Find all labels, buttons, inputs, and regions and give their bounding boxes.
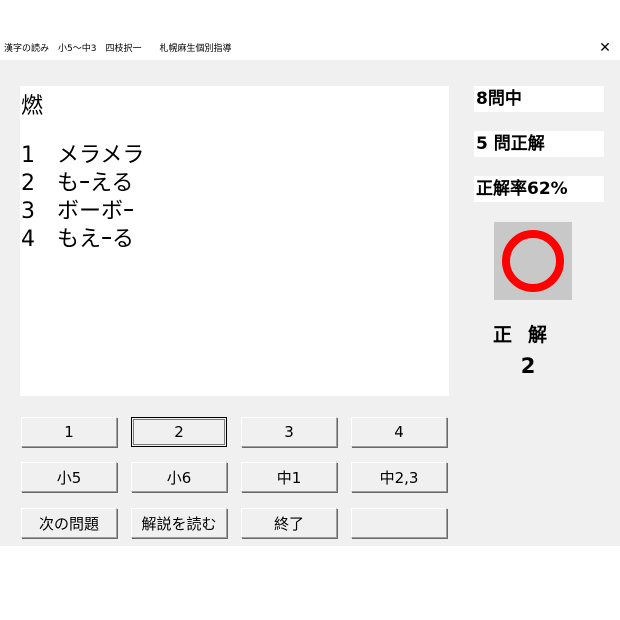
result-answer-number: 2	[520, 354, 536, 378]
answer-button-1[interactable]: 1	[21, 417, 117, 447]
answer-button-3[interactable]: 3	[241, 417, 337, 447]
window-title: 漢字の読み 小5～中3 四枝択一 札幌麻生個別指導	[4, 44, 232, 54]
answer-button-4[interactable]: 4	[351, 417, 447, 447]
choice-3: 3 ボーボｰ	[21, 199, 134, 224]
blank-button[interactable]	[351, 508, 447, 538]
grade-button-sho6[interactable]: 小6	[131, 462, 227, 492]
result-label: 正解	[492, 324, 563, 346]
choice-2: 2 もｰえる	[21, 171, 134, 196]
choice-4: 4 もえｰる	[21, 227, 134, 252]
title-bar: 漢字の読み 小5～中3 四枝択一 札幌麻生個別指導 ✕	[0, 36, 620, 60]
app-window: 漢字の読み 小5～中3 四枝択一 札幌麻生個別指導 ✕ 燃 1 メラメラ 2 も…	[0, 36, 620, 546]
choice-1: 1 メラメラ	[21, 143, 145, 168]
quit-button[interactable]: 終了	[241, 508, 337, 538]
correct-rate: 正解率62%	[474, 176, 604, 202]
result-mark-panel	[494, 222, 572, 300]
total-questions: 8問中	[474, 86, 604, 112]
answer-button-2[interactable]: 2	[131, 417, 227, 447]
grade-button-chu1[interactable]: 中1	[241, 462, 337, 492]
grade-button-sho5[interactable]: 小5	[21, 462, 117, 492]
grade-button-chu23[interactable]: 中2,3	[351, 462, 447, 492]
close-icon[interactable]: ✕	[590, 36, 620, 60]
question-kanji: 燃	[21, 94, 44, 119]
read-explanation-button[interactable]: 解説を読む	[131, 508, 227, 538]
question-panel: 燃 1 メラメラ 2 もｰえる 3 ボーボｰ 4 もえｰる	[20, 86, 449, 396]
correct-circle-icon	[502, 230, 564, 292]
correct-count: 5 問正解	[474, 131, 604, 157]
next-question-button[interactable]: 次の問題	[21, 508, 117, 538]
